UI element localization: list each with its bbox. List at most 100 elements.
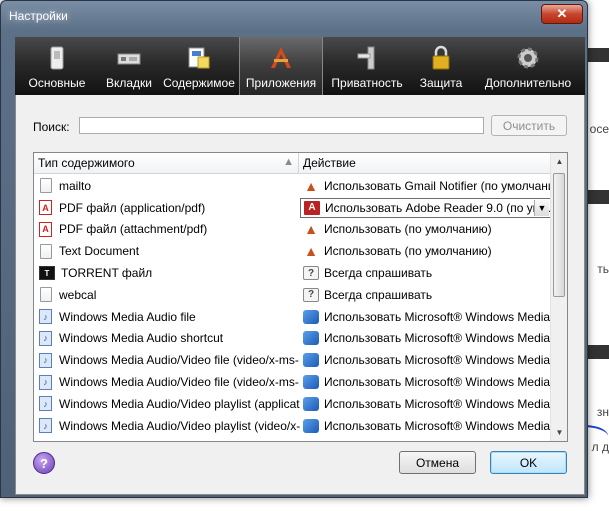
application-icon: ▲ xyxy=(304,177,318,194)
ok-button[interactable]: OK xyxy=(490,451,567,474)
tab-applications[interactable]: Приложения xyxy=(239,37,323,95)
media-file-icon: ♪ xyxy=(39,396,52,412)
tab-content[interactable]: Содержимое xyxy=(159,37,239,95)
table-row[interactable]: ♪ Windows Media Audio/Video file (video/x… xyxy=(34,349,551,371)
table-row[interactable]: A PDF файл (application/pdf) A Использовать… xyxy=(34,197,551,219)
action-cell[interactable]: Использовать Microsoft® Windows Media Pl… xyxy=(300,418,551,433)
content-type-label: Windows Media Audio file xyxy=(59,309,196,324)
action-label: Использовать Adobe Reader 9.0 (по ум... xyxy=(325,200,551,215)
close-button[interactable]: ✕ xyxy=(541,4,583,24)
tab-general[interactable]: Основные xyxy=(15,37,99,95)
pdf-icon: A xyxy=(39,200,52,216)
scroll-up-icon[interactable]: ▲ xyxy=(551,153,567,170)
table-body: mailto ▲ Использовать Gmail Notifier (по у… xyxy=(34,175,551,437)
content-type-label: Windows Media Audio/Video file (video/x-… xyxy=(59,375,300,390)
vertical-scrollbar[interactable]: ▲ ▼ xyxy=(550,153,567,441)
action-label: Использовать Microsoft® Windows Media Pl… xyxy=(324,309,551,324)
lock-icon xyxy=(432,45,450,70)
content-type-cell: T TORRENT файл xyxy=(34,266,300,281)
close-icon: ✕ xyxy=(556,6,568,21)
action-cell[interactable]: ? Всегда спрашивать xyxy=(300,287,551,302)
content-icon xyxy=(188,47,210,69)
table-row[interactable]: webcal? Всегда спрашивать xyxy=(34,284,551,306)
action-label: Всегда спрашивать xyxy=(324,287,433,302)
switch-icon xyxy=(50,46,64,70)
settings-dialog: Настройки ✕ Основные Вкладки Содержимое … xyxy=(0,0,588,498)
tabs-icon xyxy=(117,53,141,65)
windows-media-player-icon xyxy=(303,375,319,390)
content-type-cell: ♪ Windows Media Audio/Video playlist (vid… xyxy=(34,418,300,434)
column-header-action[interactable]: Действие xyxy=(299,153,551,174)
action-cell[interactable]: ▲ Использовать (по умолчанию) xyxy=(300,243,551,259)
table-row[interactable]: ♪ Windows Media Audio file Использовать Mi… xyxy=(34,306,551,328)
table-row[interactable]: Text Document ▲ Использовать (по умолчанию… xyxy=(34,240,551,262)
search-label: Поиск: xyxy=(33,120,70,134)
background-bar xyxy=(585,190,609,204)
content-type-label: Windows Media Audio shortcut xyxy=(59,331,224,346)
table-row[interactable]: ♪ Windows Media Audio/Video file (video/x… xyxy=(34,371,551,393)
background-text: зн xyxy=(596,405,609,419)
windows-media-player-icon xyxy=(303,418,319,433)
clear-button[interactable]: Очистить xyxy=(491,115,567,136)
action-cell[interactable]: Использовать Microsoft® Windows Media Pl… xyxy=(300,396,551,411)
tab-security[interactable]: Защита xyxy=(411,37,471,95)
action-cell[interactable]: Использовать Microsoft® Windows Media Pl… xyxy=(300,331,551,346)
media-file-icon: ♪ xyxy=(39,418,52,434)
table-row[interactable]: mailto ▲ Использовать Gmail Notifier (по у… xyxy=(34,175,551,197)
windows-media-player-icon xyxy=(303,309,319,324)
search-input[interactable] xyxy=(79,117,484,134)
content-type-label: TORRENT файл xyxy=(61,266,153,281)
table-row[interactable]: ♪ Windows Media Audio/Video playlist (vid… xyxy=(34,415,551,437)
scroll-down-icon[interactable]: ▼ xyxy=(551,424,567,441)
background-text: ть xyxy=(597,262,609,276)
column-header-label: Тип содержимого xyxy=(38,156,135,170)
content-type-cell: webcal xyxy=(34,287,300,303)
torrent-icon: T xyxy=(39,266,55,281)
content-type-cell: ♪ Windows Media Audio/Video file (video/x… xyxy=(34,374,300,390)
help-button[interactable]: ? xyxy=(33,452,55,474)
action-cell[interactable]: ▲ Использовать Gmail Notifier (по умолчан… xyxy=(300,178,551,194)
question-icon: ? xyxy=(303,287,319,302)
content-type-label: Windows Media Audio/Video playlist (appl… xyxy=(59,396,300,411)
content-type-label: Windows Media Audio/Video playlist (vide… xyxy=(59,418,300,433)
table-row[interactable]: A PDF файл (attachment/pdf) ▲ Использовать … xyxy=(34,219,551,241)
action-label: Всегда спрашивать xyxy=(324,266,433,281)
content-type-cell: ♪ Windows Media Audio file xyxy=(34,309,300,325)
table-header: Тип содержимого ▲ Действие xyxy=(34,153,551,174)
media-file-icon: ♪ xyxy=(39,330,52,346)
action-label: Использовать Microsoft® Windows Media Pl… xyxy=(324,353,551,368)
content-type-cell: Text Document xyxy=(34,243,300,259)
chevron-down-icon[interactable]: ▼ xyxy=(534,199,549,216)
table-row[interactable]: ♪ Windows Media Audio/Video playlist (app… xyxy=(34,393,551,415)
scrollbar-thumb[interactable] xyxy=(553,173,565,297)
tab-label: Приложения xyxy=(245,76,317,90)
action-cell[interactable]: ? Всегда спрашивать xyxy=(300,266,551,281)
action-cell[interactable]: Использовать Microsoft® Windows Media Pl… xyxy=(300,353,551,368)
tab-label: Дополнительно xyxy=(484,76,572,90)
tab-privacy[interactable]: Приватность xyxy=(323,37,411,95)
column-header-content-type[interactable]: Тип содержимого ▲ xyxy=(34,153,299,174)
content-type-label: PDF файл (application/pdf) xyxy=(59,200,206,215)
application-icon: ▲ xyxy=(304,221,318,238)
action-select[interactable]: A Использовать Adobe Reader 9.0 (по ум...… xyxy=(300,197,551,218)
media-file-icon: ♪ xyxy=(39,309,52,325)
application-icon: ▲ xyxy=(304,243,318,260)
action-cell[interactable]: ▲ Использовать (по умолчанию) xyxy=(300,221,551,237)
content-type-label: PDF файл (attachment/pdf) xyxy=(59,222,208,237)
windows-media-player-icon xyxy=(303,353,319,368)
content-type-label: mailto xyxy=(59,178,92,193)
action-cell[interactable]: Использовать Microsoft® Windows Media Pl… xyxy=(300,309,551,324)
privacy-icon xyxy=(357,46,375,70)
applications-panel: Поиск: Очистить Тип содержимого ▲ Действ… xyxy=(15,95,585,495)
table-row[interactable]: ♪ Windows Media Audio shortcut Использоват… xyxy=(34,328,551,350)
settings-toolbar: Основные Вкладки Содержимое Приложения П… xyxy=(15,37,585,95)
tab-tabs[interactable]: Вкладки xyxy=(99,37,159,95)
action-label: Использовать Microsoft® Windows Media Pl… xyxy=(324,331,551,346)
action-cell[interactable]: Использовать Microsoft® Windows Media Pl… xyxy=(300,375,551,390)
content-type-cell: ♪ Windows Media Audio shortcut xyxy=(34,330,300,346)
content-type-cell: A PDF файл (application/pdf) xyxy=(34,200,300,216)
tab-advanced[interactable]: Дополнительно xyxy=(471,37,585,95)
content-types-table: Тип содержимого ▲ Действие mailto ▲ Исполь… xyxy=(33,152,568,442)
cancel-button[interactable]: Отмена xyxy=(399,451,476,474)
table-row[interactable]: T TORRENT файл ? Всегда спрашивать xyxy=(34,262,551,284)
